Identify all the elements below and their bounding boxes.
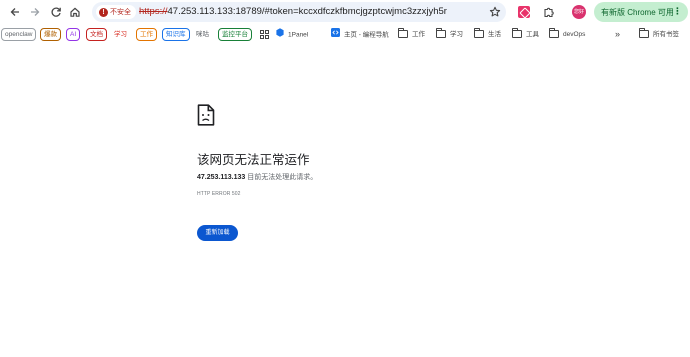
bookmark-1panel[interactable]: 1Panel xyxy=(276,28,308,41)
bookmark-study-tag[interactable]: 学习 xyxy=(114,28,127,41)
url-host-path: 47.253.113.133:18789/#token=kccxdfczkfbm… xyxy=(167,6,447,17)
1panel-icon xyxy=(276,28,284,42)
bookmark-openclaw[interactable]: openclaw xyxy=(1,28,37,41)
chrome-update-button[interactable]: 有新版 Chrome 可用 ⋮ xyxy=(594,2,688,22)
reload-button[interactable]: 重新加载 xyxy=(197,225,238,241)
bookmark-label: 工作 xyxy=(412,31,425,38)
bookmark-label: 工具 xyxy=(526,31,539,38)
profile-avatar[interactable]: 您好 xyxy=(572,5,586,19)
browser-toolbar: ! 不安全 https://47.253.113.133:18789/#toke… xyxy=(0,0,690,25)
bookmark-code-nav[interactable]: 主页 - 编程导航 xyxy=(331,28,389,41)
bookmark-all-bookmarks[interactable]: 所有书签 xyxy=(639,28,679,41)
more-menu-icon[interactable]: ⋮ xyxy=(673,6,682,16)
forward-arrow-icon[interactable] xyxy=(26,3,44,21)
more-bookmarks-chevron-icon[interactable]: » xyxy=(615,28,620,41)
warning-icon: ! xyxy=(99,7,108,17)
folder-icon xyxy=(549,28,559,39)
folder-icon xyxy=(512,28,522,39)
bookmark-label: 1Panel xyxy=(288,31,309,39)
error-code: HTTP ERROR 502 xyxy=(197,191,241,197)
bookmark-migu[interactable]: 咪咕 xyxy=(196,28,209,41)
error-summary: 47.253.113.133 目前无法处理此请求。 xyxy=(197,172,317,182)
bookmark-label: 主页 - 编程导航 xyxy=(344,31,389,39)
folder-icon xyxy=(639,28,649,39)
bookmark-folder-study[interactable]: 学习 xyxy=(436,28,463,41)
bookmark-work-tag[interactable]: 工作 xyxy=(136,28,157,41)
extension-icon[interactable] xyxy=(518,6,530,18)
bookmark-folder-tools[interactable]: 工具 xyxy=(512,28,539,41)
code-nav-icon xyxy=(331,28,340,42)
bookmark-docs[interactable]: 文档 xyxy=(86,28,107,41)
sad-page-icon xyxy=(197,104,215,126)
bookmark-folder-devops[interactable]: devOps xyxy=(549,28,585,41)
folder-icon xyxy=(474,28,484,39)
security-label: 不安全 xyxy=(110,9,131,16)
home-icon[interactable] xyxy=(66,3,84,21)
bookmark-label: 所有书签 xyxy=(653,31,679,38)
error-message: 目前无法处理此请求。 xyxy=(245,174,318,181)
bookmark-monitor[interactable]: 监控平台 xyxy=(218,28,252,41)
security-chip[interactable]: ! 不安全 xyxy=(96,5,136,19)
apps-grid-icon[interactable] xyxy=(260,28,269,41)
back-arrow-icon[interactable] xyxy=(6,3,24,21)
url-scheme: https:// xyxy=(139,6,168,17)
bookmark-label: 生活 xyxy=(488,31,501,38)
error-title: 该网页无法正常运作 xyxy=(197,153,310,167)
folder-icon xyxy=(398,28,408,39)
reload-icon[interactable] xyxy=(47,3,65,21)
bookmark-star-icon[interactable] xyxy=(486,3,504,21)
bookmark-folder-life[interactable]: 生活 xyxy=(474,28,501,41)
bookmark-label: 学习 xyxy=(450,31,463,38)
update-label: 有新版 Chrome 可用 xyxy=(601,8,674,17)
bookmark-folder-work[interactable]: 工作 xyxy=(398,28,425,41)
url-text[interactable]: https://47.253.113.133:18789/#token=kccx… xyxy=(139,6,447,17)
bookmark-knowledge-base[interactable]: 知识库 xyxy=(162,28,190,41)
bookmark-baokuan[interactable]: 爆款 xyxy=(40,28,61,41)
bookmark-ai[interactable]: AI xyxy=(66,28,81,41)
bookmarks-bar: openclaw 爆款 AI 文档 学习 工作 知识库 咪咕 监控平台 1Pan… xyxy=(0,25,690,44)
address-bar[interactable]: ! 不安全 https://47.253.113.133:18789/#toke… xyxy=(92,2,506,22)
extensions-puzzle-icon[interactable] xyxy=(540,3,558,21)
error-host: 47.253.113.133 xyxy=(197,174,246,181)
bookmark-label: devOps xyxy=(563,31,586,38)
folder-icon xyxy=(436,28,446,39)
